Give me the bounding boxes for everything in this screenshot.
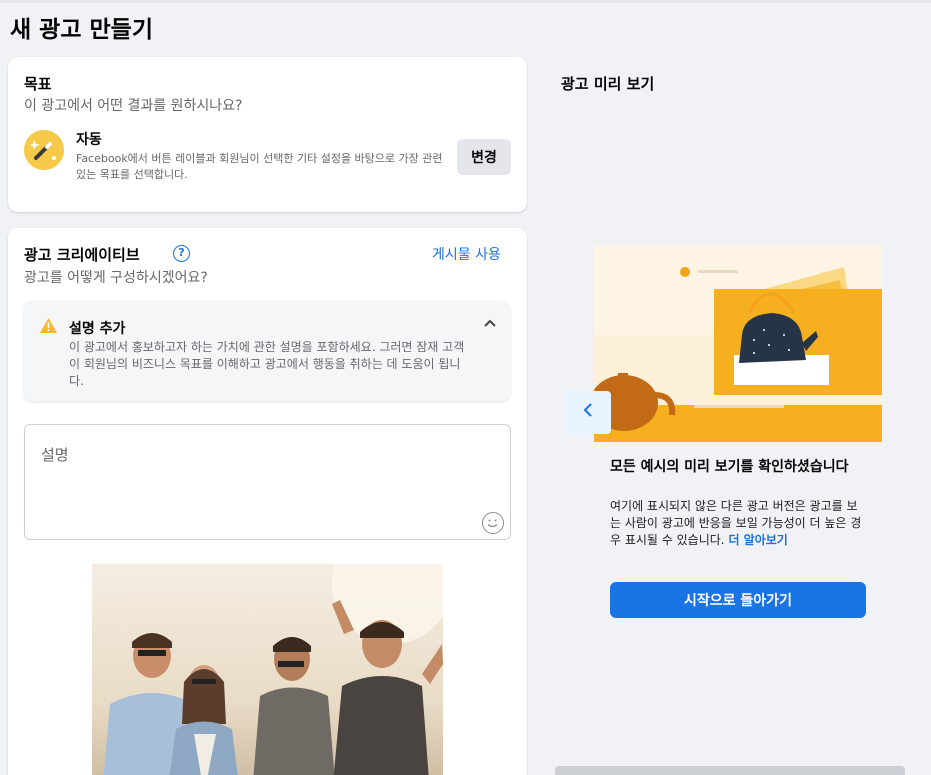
ad-preview-title: 광고 미리 보기 <box>561 75 655 93</box>
goal-subtitle: 이 광고에서 어떤 결과를 원하시나요? <box>24 98 243 114</box>
use-post-link[interactable]: 게시물 사용 <box>432 244 501 264</box>
page-title: 새 광고 만들기 <box>10 17 153 43</box>
goal-title: 목표 <box>24 75 52 93</box>
description-field[interactable]: 설명 <box>24 424 511 540</box>
ad-creative-card: 광고 크리에이티브 ? 게시물 사용 광고를 어떻게 구성하시겠어요? 설명 추… <box>8 228 527 775</box>
emoji-icon[interactable] <box>482 512 504 534</box>
learn-more-link[interactable]: 더 알아보기 <box>728 533 787 547</box>
preview-illustration <box>594 245 882 442</box>
auto-option-label: 자동 <box>76 132 102 148</box>
tip-title: 설명 추가 <box>69 321 126 337</box>
description-tip-box: 설명 추가 이 광고에서 홍보하고자 하는 가치에 관한 설명을 포함하세요. … <box>24 301 510 401</box>
creative-subtitle: 광고를 어떻게 구성하시겠어요? <box>24 270 208 286</box>
warning-icon <box>40 318 57 337</box>
goal-card: 목표 이 광고에서 어떤 결과를 원하시나요? 자동 Facebook에서 버튼… <box>8 57 527 212</box>
tip-text: 이 광고에서 홍보하고자 하는 가치에 관한 설명을 포함하세요. 그러면 잠재… <box>69 340 465 388</box>
bottom-panel-edge <box>555 766 905 775</box>
previous-preview-button[interactable] <box>564 391 611 434</box>
auto-option-description: Facebook에서 버튼 레이블과 회원님이 선택한 기타 설정을 바탕으로 … <box>76 152 443 181</box>
change-goal-button[interactable]: 변경 <box>457 139 511 175</box>
preview-message-title: 모든 예시의 미리 보기를 확인하셨습니다 <box>610 459 849 475</box>
chevron-up-icon[interactable] <box>484 316 496 331</box>
top-divider <box>0 0 931 3</box>
ad-image <box>92 564 443 775</box>
description-placeholder: 설명 <box>41 446 69 464</box>
help-icon[interactable]: ? <box>173 245 190 262</box>
chevron-left-icon <box>582 402 594 422</box>
creative-title: 광고 크리에이티브 <box>24 246 140 264</box>
start-over-button[interactable]: 시작으로 돌아가기 <box>610 582 866 618</box>
magic-wand-icon <box>24 130 64 170</box>
preview-message-body: 여기에 표시되지 않은 다른 광고 버전은 광고를 보는 사람이 광고에 반응을… <box>610 498 868 549</box>
